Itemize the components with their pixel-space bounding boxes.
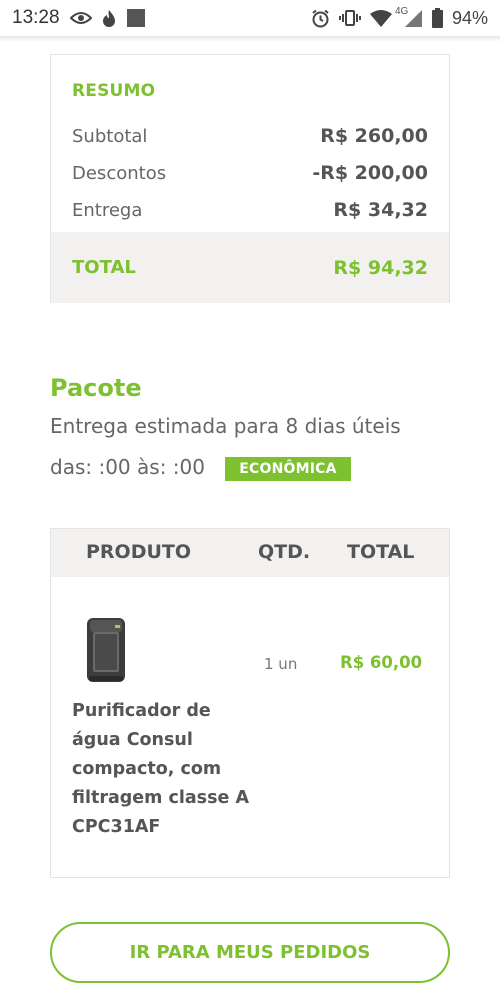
- battery-icon: [431, 8, 443, 28]
- alarm-icon: [311, 9, 330, 28]
- wifi-icon: [369, 9, 392, 27]
- water-purifier-image: [85, 616, 127, 684]
- status-bar-shadow: [0, 36, 500, 42]
- product-table-header: PRODUTO QTD. TOTAL: [51, 529, 449, 577]
- summary-title: RESUMO: [72, 81, 156, 101]
- summary-row-subtotal: Subtotal R$ 260,00: [72, 125, 428, 147]
- status-right: 4G 94%: [311, 6, 488, 29]
- battery-percent: 94%: [451, 7, 488, 28]
- delivery-window: das: :00 às: :00: [50, 455, 205, 479]
- discounts-value: -R$ 200,00: [312, 162, 428, 184]
- summary-total-row: TOTAL R$ 94,32: [51, 232, 449, 303]
- delivery-label: Entrega: [72, 199, 143, 221]
- status-time: 13:28: [12, 7, 60, 28]
- summary-card: RESUMO Subtotal R$ 260,00 Descontos -R$ …: [50, 54, 450, 303]
- subtotal-label: Subtotal: [72, 125, 148, 147]
- total-label: TOTAL: [72, 257, 136, 278]
- signal-icon: 4G: [395, 6, 423, 28]
- package-title: Pacote: [50, 374, 142, 402]
- go-to-orders-button[interactable]: IR PARA MEUS PEDIDOS: [50, 922, 450, 983]
- product-table: PRODUTO QTD. TOTAL Purificador de água C…: [50, 528, 450, 878]
- fire-icon: [102, 9, 116, 27]
- header-qty: QTD.: [258, 541, 311, 563]
- status-bar: 13:28 4G 94%: [0, 0, 500, 36]
- header-product: PRODUTO: [86, 541, 192, 563]
- shipping-type-badge: ECONÔMICA: [225, 457, 351, 481]
- summary-row-discounts: Descontos -R$ 200,00: [72, 162, 428, 184]
- vibrate-icon: [338, 9, 361, 27]
- product-price: R$ 60,00: [340, 653, 423, 672]
- product-qty: 1 un: [264, 655, 298, 673]
- square-icon: [126, 8, 146, 28]
- discounts-label: Descontos: [72, 162, 167, 184]
- subtotal-value: R$ 260,00: [320, 125, 428, 147]
- delivery-value: R$ 34,32: [333, 199, 428, 221]
- header-total: TOTAL: [347, 541, 415, 563]
- summary-row-delivery: Entrega R$ 34,32: [72, 199, 428, 221]
- total-value: R$ 94,32: [333, 256, 428, 279]
- product-name: Purificador de água Consul compacto, com…: [72, 701, 250, 837]
- delivery-estimate: Entrega estimada para 8 dias úteis: [50, 414, 401, 438]
- eye-icon: [69, 11, 92, 25]
- status-left: 13:28: [12, 7, 146, 29]
